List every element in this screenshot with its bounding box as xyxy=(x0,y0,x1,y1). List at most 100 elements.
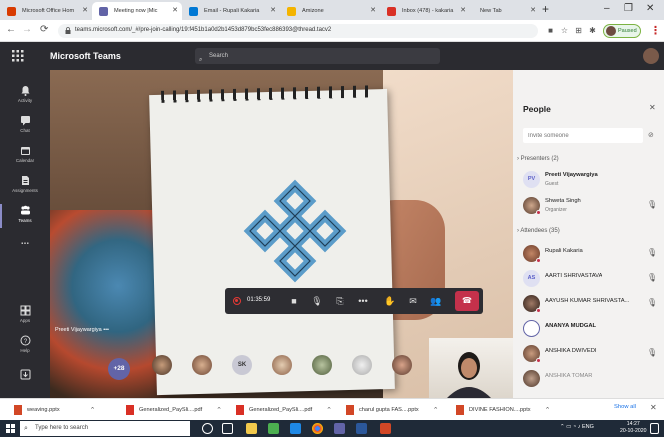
powerpoint-icon[interactable] xyxy=(380,423,391,434)
more-actions-icon[interactable]: ••• xyxy=(356,294,370,308)
bookmark-star-icon[interactable]: ☆ xyxy=(560,26,569,35)
participant-avatar[interactable] xyxy=(152,355,172,375)
paint-app-icon[interactable] xyxy=(268,423,279,434)
chevron-up-icon[interactable]: ⌃ xyxy=(90,406,96,414)
participant-row[interactable]: ANSHIKA TOMAR xyxy=(517,367,664,391)
rail-item-download[interactable] xyxy=(0,366,50,396)
copy-link-icon[interactable]: ⊘ xyxy=(648,131,654,139)
rail-item-calendar[interactable]: Calendar xyxy=(0,142,50,172)
extension-icon[interactable]: ⊞ xyxy=(574,26,583,35)
profile-paused-button[interactable]: Paused xyxy=(603,24,641,38)
camera-permission-icon[interactable]: ■ xyxy=(546,26,555,35)
invite-someone-input[interactable] xyxy=(523,128,643,143)
rail-item-assignments[interactable]: Assignments xyxy=(0,172,50,202)
edge-icon[interactable] xyxy=(290,423,301,434)
rail-item-more[interactable]: ... xyxy=(0,236,50,266)
participant-row[interactable]: AAYUSH KUMAR SHRIVASTA... 🎙 xyxy=(517,292,664,316)
participant-avatar[interactable]: SK xyxy=(232,355,252,375)
participant-avatar[interactable] xyxy=(192,355,212,375)
close-tab-icon[interactable]: ✕ xyxy=(82,6,88,14)
teams-app-icon[interactable] xyxy=(334,423,345,434)
rail-item-help[interactable]: ? Help xyxy=(0,332,50,362)
participant-avatar[interactable] xyxy=(352,355,372,375)
download-item[interactable]: charul gupta FAS....pptx ⌃ xyxy=(346,403,439,417)
download-item[interactable]: weaving.pptx ⌃ xyxy=(14,403,96,417)
window-close-icon[interactable]: ✕ xyxy=(646,3,654,14)
panel-title: People xyxy=(523,104,551,114)
browser-tab[interactable]: Inbox (478) - kakaria ✕ xyxy=(380,2,470,20)
browser-tab[interactable]: Amizone ✕ xyxy=(280,2,380,20)
show-all-downloads-link[interactable]: Show all xyxy=(614,404,636,410)
download-item[interactable]: Generalized_PaySli....pdf ⌃ xyxy=(236,403,332,417)
chevron-up-icon[interactable]: ⌃ xyxy=(216,406,222,414)
browser-tab[interactable]: New Tab ✕ xyxy=(470,2,540,20)
mic-off-icon[interactable]: 🎙 xyxy=(310,294,324,308)
participant-row[interactable]: Shweta Singh Organizer 🎙 xyxy=(517,194,664,218)
url-text: teams.microsoft.com/_#/pre-join-calling/… xyxy=(75,27,332,33)
browser-tab[interactable]: Email - Rupali Kakaria ✕ xyxy=(182,2,280,20)
self-video-tile[interactable] xyxy=(429,338,513,398)
forward-icon[interactable]: → xyxy=(22,24,32,35)
chrome-menu-icon[interactable]: ⋮ xyxy=(650,24,661,37)
participant-row[interactable]: PV Preeti Vijaywargiya Guest xyxy=(517,168,664,192)
meeting-chat-icon[interactable]: ✉ xyxy=(406,294,420,308)
close-downloads-icon[interactable]: ✕ xyxy=(650,403,657,412)
close-tab-icon[interactable]: ✕ xyxy=(270,6,276,14)
close-tab-icon[interactable]: ✕ xyxy=(460,6,466,14)
app-launcher-icon[interactable] xyxy=(12,50,24,62)
notification-icon[interactable] xyxy=(650,423,659,434)
browser-tab[interactable]: Microsoft Office Hom ✕ xyxy=(0,2,92,20)
participant-row[interactable]: ANSHIKA DWIVEDI 🎙 xyxy=(517,342,664,366)
participant-row[interactable]: ANANYA MUDGAL xyxy=(517,317,664,341)
rail-item-activity[interactable]: Activity xyxy=(0,82,50,112)
windows-search-input[interactable]: ⌕ Type here to search xyxy=(20,421,190,436)
camera-icon[interactable]: ■ xyxy=(287,294,301,308)
close-tab-icon[interactable]: ✕ xyxy=(370,6,376,14)
puzzle-icon[interactable]: ✱ xyxy=(588,26,597,35)
participant-row[interactable]: AS AARTI SHRIVASTAVA 🎙 xyxy=(517,267,664,291)
reload-icon[interactable]: ⟳ xyxy=(40,24,48,35)
chevron-up-icon[interactable]: ⌃ xyxy=(326,406,332,414)
download-item[interactable]: DIVINE FASHION....pptx ⌃ xyxy=(456,403,550,417)
chrome-icon[interactable] xyxy=(312,423,323,434)
search-placeholder: Type here to search xyxy=(35,425,89,431)
rail-item-apps[interactable]: Apps xyxy=(0,302,50,332)
chevron-up-icon[interactable]: ⌃ xyxy=(433,406,439,414)
raise-hand-icon[interactable]: ✋ xyxy=(383,294,397,308)
chevron-up-icon[interactable]: ⌃ xyxy=(545,406,551,414)
task-view-icon[interactable] xyxy=(222,423,233,434)
participant-avatar[interactable] xyxy=(272,355,292,375)
rail-item-teams[interactable]: Teams xyxy=(0,202,50,232)
word-icon[interactable] xyxy=(356,423,367,434)
share-screen-icon[interactable]: ⎘ xyxy=(333,294,347,308)
close-tab-icon[interactable]: ✕ xyxy=(172,6,178,14)
close-panel-icon[interactable]: ✕ xyxy=(649,103,656,112)
search-input[interactable]: ⌕ Search xyxy=(195,48,440,64)
tab-label: Inbox (478) - kakaria xyxy=(402,8,454,14)
file-explorer-icon[interactable] xyxy=(246,423,257,434)
url-field[interactable]: teams.microsoft.com/_#/pre-join-calling/… xyxy=(58,24,538,38)
close-tab-icon[interactable]: ✕ xyxy=(530,6,536,14)
minimize-icon[interactable]: – xyxy=(604,3,610,14)
participant-row[interactable]: Rupali Kakaria 🎙 xyxy=(517,242,664,266)
participant-avatar: PV xyxy=(523,171,540,188)
meeting-stage: 01:35:59 ■ 🎙 ⎘ ••• ✋ ✉ 👥 ☎ Preeti Vijayw… xyxy=(50,70,513,398)
more-participants-badge[interactable]: +28 xyxy=(108,358,130,380)
hang-up-button[interactable]: ☎ xyxy=(455,291,479,311)
back-icon[interactable]: ← xyxy=(6,24,16,35)
windows-start-icon[interactable] xyxy=(6,424,15,433)
participant-avatar[interactable] xyxy=(392,355,412,375)
presenters-heading[interactable]: › Presenters (2) xyxy=(517,156,559,162)
participant-avatar[interactable] xyxy=(312,355,332,375)
taskbar-clock[interactable]: 14:27 20-10-2020 xyxy=(620,421,647,435)
attendees-heading[interactable]: › Attendees (35) xyxy=(517,228,560,234)
maximize-icon[interactable]: ❐ xyxy=(624,3,633,14)
new-tab-icon[interactable]: + xyxy=(542,2,549,16)
cortana-icon[interactable] xyxy=(202,423,213,434)
user-avatar[interactable] xyxy=(643,48,659,64)
download-item[interactable]: Generalized_PaySli....pdf ⌃ xyxy=(126,403,222,417)
tray-language[interactable]: ⌃ ▭ ◔ ♪ ENG xyxy=(560,424,594,430)
browser-tab-active[interactable]: Meeting now |Mic ✕ xyxy=(92,2,182,20)
participants-icon[interactable]: 👥 xyxy=(429,294,443,308)
rail-item-chat[interactable]: Chat xyxy=(0,112,50,142)
